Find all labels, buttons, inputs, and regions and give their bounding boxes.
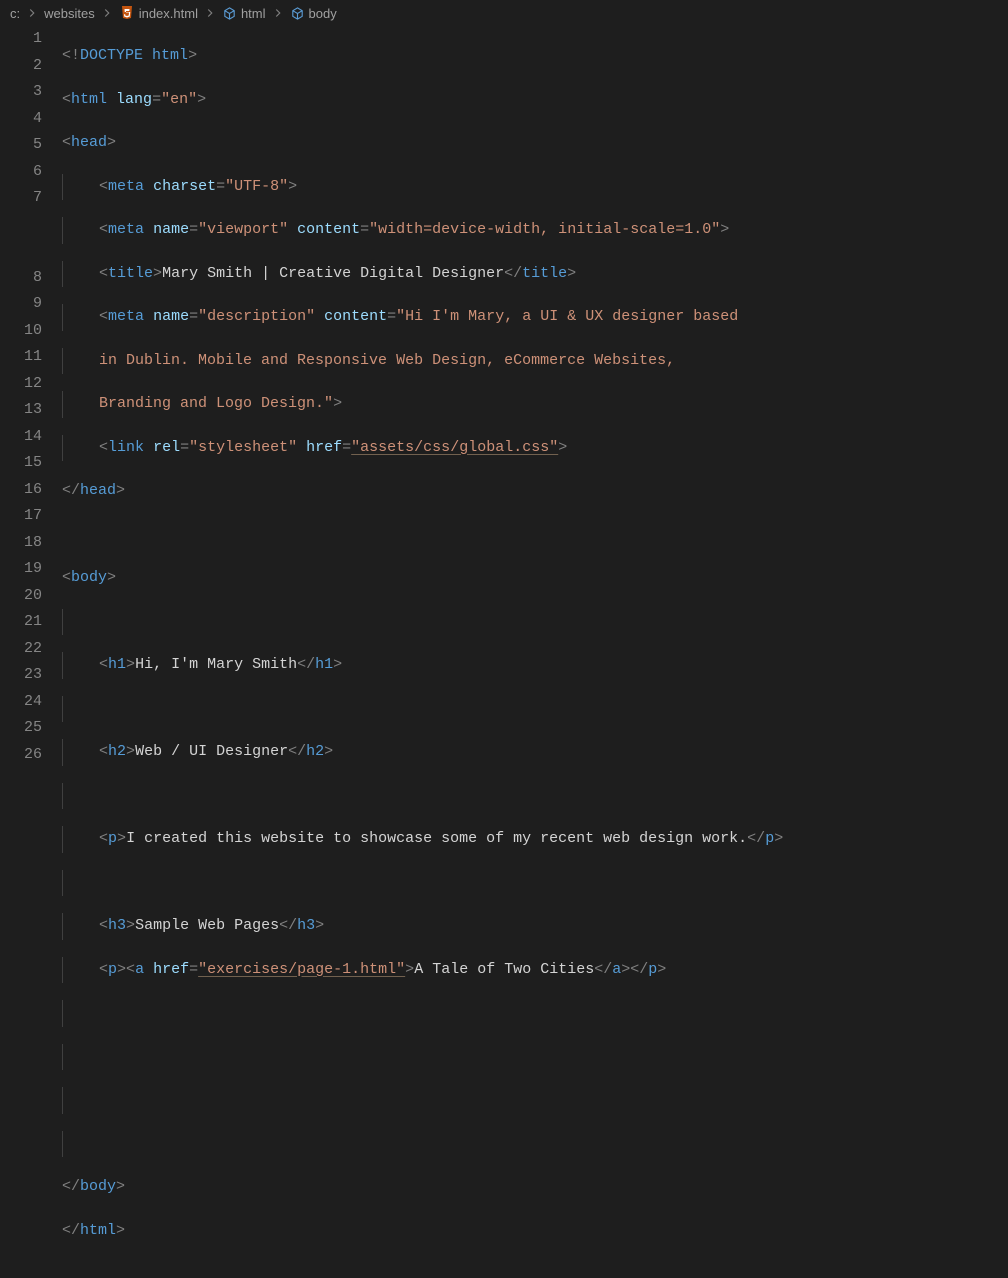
breadcrumb-item[interactable]: index.html [119, 5, 198, 21]
code-editor[interactable]: 1 2 3 4 5 6 7 8 9 10 11 12 13 14 15 16 1… [0, 26, 1008, 804]
file-html-icon [119, 5, 135, 21]
breadcrumb-item[interactable]: websites [44, 6, 95, 21]
chevron-right-icon [25, 5, 39, 22]
symbol-icon [290, 6, 305, 21]
breadcrumb-item[interactable]: html [222, 6, 266, 21]
breadcrumb: c: websites index.html html body [0, 0, 1008, 26]
chevron-right-icon [271, 5, 285, 22]
breadcrumb-item[interactable]: c: [10, 6, 20, 21]
line-number-gutter: 1 2 3 4 5 6 7 8 9 10 11 12 13 14 15 16 1… [0, 26, 62, 804]
breadcrumb-item[interactable]: body [290, 6, 337, 21]
code-content[interactable]: <!DOCTYPE html> <html lang="en"> <head> … [62, 26, 1008, 804]
chevron-right-icon [100, 5, 114, 22]
chevron-right-icon [203, 5, 217, 22]
symbol-icon [222, 6, 237, 21]
